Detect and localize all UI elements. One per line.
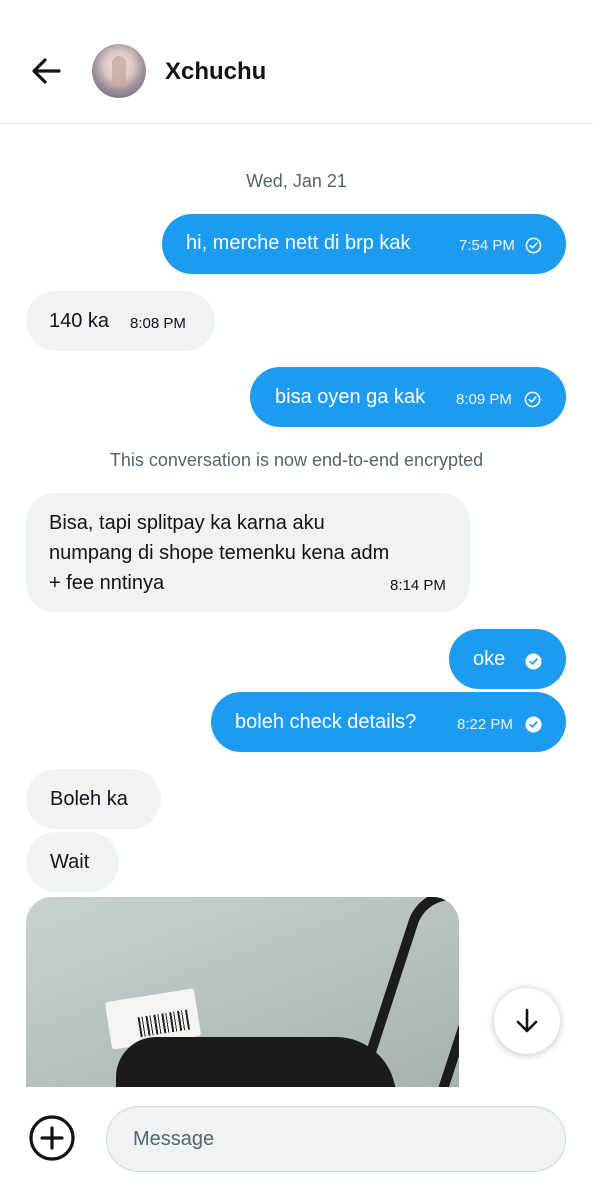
add-attachment-button[interactable] xyxy=(28,1114,76,1162)
image-message[interactable]: o b e xyxy=(26,897,459,1087)
avatar[interactable] xyxy=(92,44,146,98)
arrow-left-icon xyxy=(32,58,61,84)
date-separator: Wed, Jan 21 xyxy=(246,171,347,191)
contact-name[interactable]: Xchuchu xyxy=(165,58,266,86)
read-check-icon xyxy=(525,653,542,670)
scroll-to-bottom-button[interactable] xyxy=(494,988,560,1054)
message-text: boleh check details? xyxy=(235,711,417,733)
encryption-notice: This conversation is now end-to-end encr… xyxy=(109,450,484,470)
arrow-down-icon xyxy=(516,1008,538,1033)
message-bubble-incoming[interactable]: 140 ka 8:08 PM xyxy=(26,291,215,351)
sent-check-icon xyxy=(524,391,541,408)
message-time: 8:22 PM xyxy=(457,716,513,733)
barcode-icon xyxy=(137,1009,191,1038)
message-bubble-incoming[interactable]: Bisa, tapi splitpay ka karna aku numpang… xyxy=(26,493,470,612)
message-time: 8:08 PM xyxy=(130,315,186,332)
message-text-line: Bisa, tapi splitpay ka karna aku xyxy=(49,512,325,534)
message-text-line: + fee nntinya xyxy=(49,572,165,594)
message-time: 8:14 PM xyxy=(390,577,446,594)
message-time: 8:09 PM xyxy=(456,391,512,408)
image-bag-body xyxy=(116,1037,396,1087)
message-text: Wait xyxy=(50,851,90,873)
message-text: bisa oyen ga kak xyxy=(275,386,426,408)
back-button[interactable] xyxy=(28,53,64,89)
read-check-icon xyxy=(525,716,542,733)
message-bubble-outgoing[interactable]: hi, merche nett di brp kak 7:54 PM xyxy=(162,214,566,274)
plus-circle-icon xyxy=(29,1115,75,1161)
conversation-header: Xchuchu xyxy=(0,0,593,124)
message-composer xyxy=(0,1087,593,1200)
message-bubble-incoming[interactable]: Wait xyxy=(26,832,119,892)
message-bubble-incoming[interactable]: Boleh ka xyxy=(26,769,161,829)
message-text: 140 ka xyxy=(49,310,110,332)
message-bubble-outgoing[interactable]: oke xyxy=(449,629,566,689)
message-bubble-outgoing[interactable]: boleh check details? 8:22 PM xyxy=(211,692,566,752)
message-bubble-outgoing[interactable]: bisa oyen ga kak 8:09 PM xyxy=(250,367,566,427)
message-text-line: numpang di shope temenku kena adm xyxy=(49,542,390,564)
sent-check-icon xyxy=(525,237,542,254)
message-text: hi, merche nett di brp kak xyxy=(186,232,411,254)
message-text: Boleh ka xyxy=(50,788,128,810)
message-text: oke xyxy=(473,648,506,670)
message-input[interactable] xyxy=(106,1106,566,1172)
message-time: 7:54 PM xyxy=(459,237,515,254)
